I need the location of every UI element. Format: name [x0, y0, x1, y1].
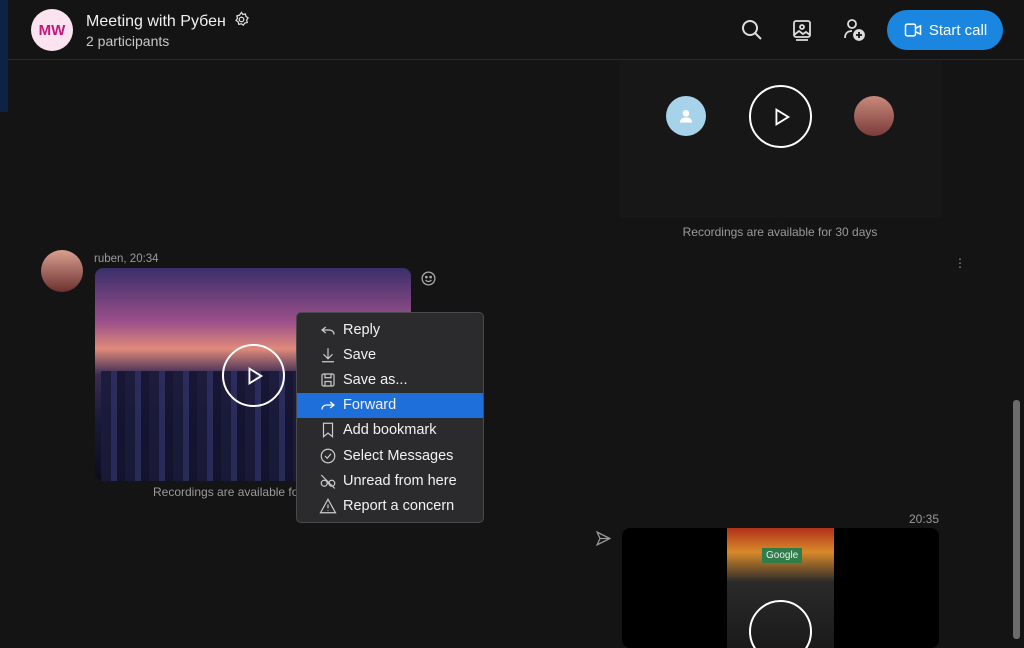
play-icon — [248, 366, 263, 385]
menu-item-unread-from-here[interactable]: Unread from here — [297, 468, 483, 493]
settings-icon[interactable] — [233, 11, 250, 28]
start-call-label: Start call — [928, 21, 988, 39]
chat-title[interactable]: Meeting with Рубен — [86, 11, 250, 31]
participant-avatar — [854, 96, 894, 136]
message-time: 20:35 — [909, 512, 940, 526]
video-call-icon — [904, 23, 922, 37]
more-options-icon[interactable]: ⋮ — [954, 256, 966, 270]
message-meta: ruben, 20:34 — [94, 253, 159, 265]
sent-icon — [595, 530, 612, 547]
forward-icon — [321, 401, 335, 410]
avatar[interactable]: MW — [31, 9, 73, 51]
participant-count: 2 participants — [86, 33, 170, 49]
menu-item-label: Reply — [343, 321, 381, 338]
menu-item-select-messages[interactable]: Select Messages — [297, 443, 483, 468]
warning-icon — [319, 497, 337, 514]
chat-title-text: Meeting with Рубен — [86, 13, 226, 30]
add-participant-icon[interactable] — [842, 18, 866, 42]
scrollbar[interactable] — [1013, 400, 1020, 639]
menu-item-label: Save as... — [343, 371, 408, 388]
unread-icon — [320, 474, 336, 489]
menu-item-label: Unread from here — [343, 472, 457, 489]
menu-item-save-as[interactable]: Save as... — [297, 367, 483, 392]
start-call-button[interactable]: Start call — [887, 10, 1003, 50]
play-button[interactable] — [749, 85, 812, 148]
check-circle-icon — [320, 448, 336, 463]
emoji-reaction-icon[interactable] — [420, 270, 437, 287]
context-menu: Reply Save Save as... Forward Add bookma… — [296, 312, 484, 523]
sender-avatar[interactable] — [41, 250, 83, 292]
menu-item-label: Forward — [343, 397, 397, 414]
play-button[interactable] — [222, 344, 285, 407]
bookmark-icon — [322, 422, 334, 439]
video-thumbnail[interactable]: Google — [622, 528, 939, 648]
person-icon — [680, 110, 692, 123]
play-icon — [775, 107, 790, 126]
recording-note: Recordings are available for 30 days — [153, 485, 296, 499]
reply-icon — [321, 326, 335, 335]
menu-item-label: Select Messages — [343, 447, 454, 464]
recording-note: Recordings are available for 30 days — [682, 225, 878, 239]
menu-item-forward[interactable]: Forward — [297, 392, 483, 418]
menu-item-add-bookmark[interactable]: Add bookmark — [297, 418, 483, 443]
download-icon — [322, 348, 334, 363]
save-icon — [321, 373, 335, 387]
thumbnail-text: Google — [762, 548, 803, 563]
search-icon[interactable] — [740, 18, 764, 42]
sidebar-edge — [0, 0, 8, 112]
gallery-icon[interactable] — [790, 18, 814, 42]
participant-avatar — [666, 96, 706, 136]
menu-item-label: Add bookmark — [343, 422, 437, 439]
menu-item-save[interactable]: Save — [297, 342, 483, 367]
menu-item-reply[interactable]: Reply — [297, 317, 483, 342]
menu-item-label: Save — [343, 346, 377, 363]
menu-item-label: Report a concern — [343, 497, 455, 514]
menu-item-report-concern[interactable]: Report a concern — [297, 493, 483, 518]
